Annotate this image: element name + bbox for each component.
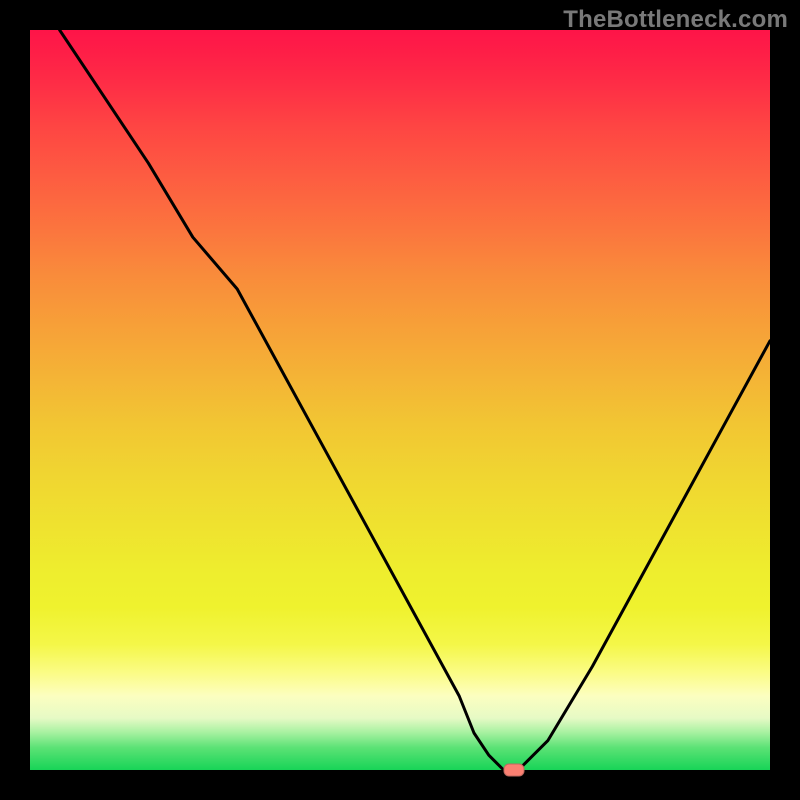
chart-root: TheBottleneck.com bbox=[0, 0, 800, 800]
bottleneck-curve bbox=[60, 30, 770, 770]
valley-marker bbox=[504, 764, 524, 776]
branding-watermark: TheBottleneck.com bbox=[563, 6, 788, 34]
plot-svg bbox=[30, 30, 770, 770]
